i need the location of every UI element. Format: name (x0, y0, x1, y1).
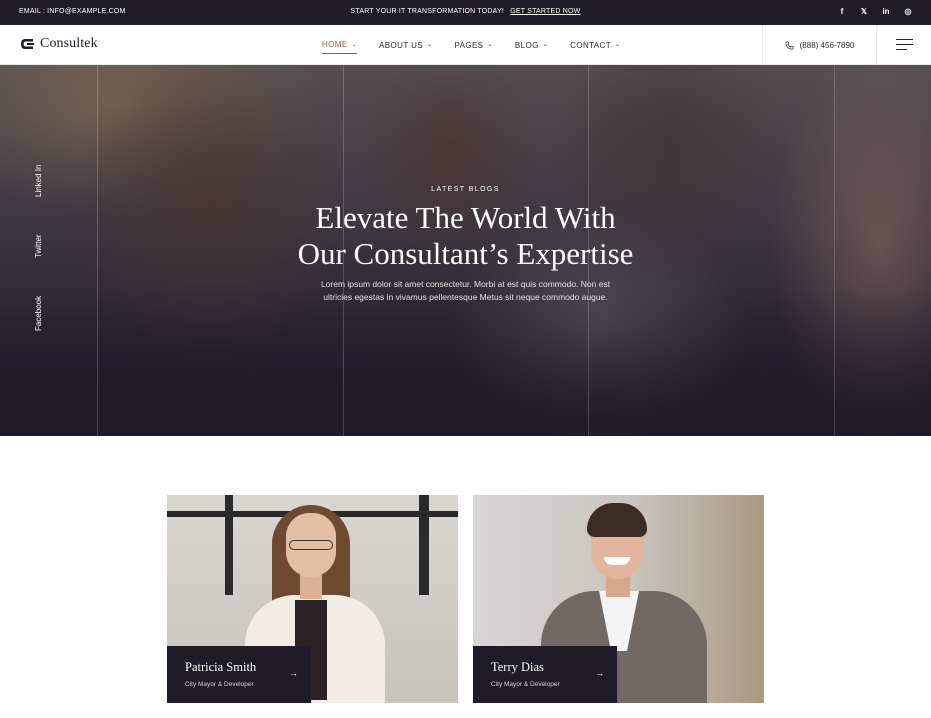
chevron-down-icon: ⌄ (615, 42, 621, 48)
phone-contact[interactable]: (888) 456-7890 (762, 25, 877, 65)
hamburger-menu-icon[interactable] (896, 39, 913, 51)
hero-title-line-2: Our Consultant’s Expertise (297, 236, 634, 271)
arrow-right-icon[interactable]: → (595, 668, 604, 678)
get-started-link[interactable]: GET STARTED NOW (510, 8, 580, 15)
nav-pages[interactable]: PAGES ⌄ (454, 40, 492, 54)
linkedin-icon[interactable]: in (881, 5, 891, 19)
promo-text: START YOUR IT TRANSFORMATION TODAY! (350, 8, 505, 15)
team-card[interactable]: Terry Dias City Mayor & Developer → (473, 495, 764, 703)
portrait-glasses (289, 540, 333, 550)
site-header: Consultek HOME ⌄ ABOUT US ⌄ PAGES ⌄ BLOG… (0, 25, 931, 65)
hero-description: Lorem ipsum dolor sit amet consectetur. … (300, 278, 631, 304)
nav-about-us[interactable]: ABOUT US ⌄ (379, 40, 432, 54)
hero-description-line-2: ultricies egestas in vivamus pellentesqu… (323, 292, 608, 302)
chevron-down-icon: ⌄ (427, 42, 433, 48)
chevron-down-icon: ⌄ (487, 42, 493, 48)
team-card-label: Patricia Smith City Mayor & Developer → (167, 646, 311, 703)
team-member-role: City Mayor & Developer (491, 681, 560, 688)
nav-blog[interactable]: BLOG ⌄ (515, 40, 548, 54)
portrait-hair (587, 503, 647, 537)
hero-description-line-1: Lorem ipsum dolor sit amet consectetur. … (320, 279, 611, 289)
team-member-name: Terry Dias (491, 660, 544, 674)
chevron-down-icon: ⌄ (351, 41, 358, 48)
team-card-label: Terry Dias City Mayor & Developer → (473, 646, 617, 703)
x-icon[interactable]: 𝕏 (859, 5, 869, 19)
nav-contact-label: CONTACT (570, 40, 612, 50)
instagram-icon[interactable]: ◎ (903, 5, 913, 19)
nav-about-label: ABOUT US (379, 40, 423, 50)
side-link-facebook[interactable]: Facebook (34, 296, 43, 331)
nav-blog-label: BLOG (514, 40, 539, 50)
arrow-right-icon[interactable]: → (289, 668, 298, 678)
phone-icon (785, 41, 794, 49)
logo-mark-icon (21, 39, 34, 49)
phone-number: (888) 456-7890 (799, 40, 855, 50)
nav-home-label: HOME (322, 40, 348, 49)
chevron-down-icon: ⌄ (542, 42, 549, 48)
nav-home[interactable]: HOME ⌄ (322, 40, 358, 54)
team-member-name: Patricia Smith (185, 660, 257, 674)
team-card[interactable]: Patricia Smith City Mayor & Developer → (167, 495, 458, 703)
hero-kicker: LATEST BLOGS (431, 186, 500, 193)
promo-banner: START YOUR IT TRANSFORMATION TODAY! GET … (0, 8, 931, 15)
nav-pages-label: PAGES (454, 40, 484, 50)
social-links: f 𝕏 in ◎ (837, 5, 913, 19)
team-member-role: City Mayor & Developer (185, 681, 254, 688)
logo[interactable]: Consultek (20, 36, 98, 52)
logo-text: Consultek (40, 36, 98, 51)
hero-title-line-1: Elevate The World With (315, 200, 616, 235)
facebook-icon[interactable]: f (837, 5, 847, 19)
nav-contact[interactable]: CONTACT ⌄ (570, 40, 620, 54)
hero-section: Linked In Twitter Facebook LATEST BLOGS … (0, 65, 931, 436)
main-nav: HOME ⌄ ABOUT US ⌄ PAGES ⌄ BLOG ⌄ CONTACT… (322, 40, 620, 54)
hero-title: Elevate The World With Our Consultant’s … (0, 200, 931, 272)
top-bar: EMAIL : INFO@EXAMPLE.COM START YOUR IT T… (0, 0, 931, 25)
portrait-smile (604, 557, 630, 565)
